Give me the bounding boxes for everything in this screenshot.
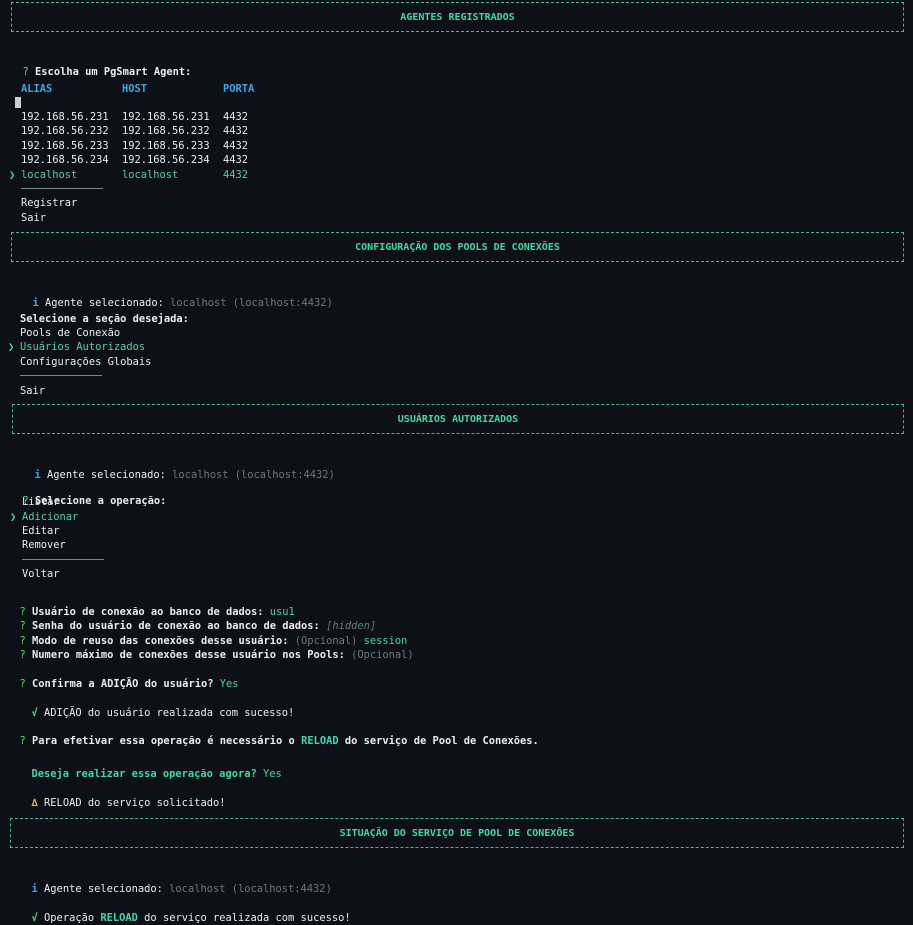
menu-separator (22, 559, 104, 560)
question-mark-icon: ? (22, 66, 29, 78)
agent-prompt-line: ? Escolha um PgSmart Agent: (10, 53, 192, 79)
row-port: 4432 (223, 140, 249, 152)
warning-icon: ∆ (31, 797, 38, 809)
check-icon: √ (31, 707, 38, 719)
menu-item-label: Adicionar (22, 511, 79, 523)
reload-now-question: Deseja realizar essa operação agora? Yes (19, 755, 282, 781)
chevron-right-icon: ❯ (8, 341, 15, 353)
agents-header-box: AGENTES REGISTRADOS (11, 2, 904, 32)
row-alias: 192.168.56.231 (21, 111, 109, 123)
info-icon: i (34, 469, 41, 481)
info-icon: i (31, 883, 38, 895)
col-header-alias: ALIAS (21, 83, 53, 95)
reload-notice-pre: Para efetivar essa operação é necessário… (32, 735, 295, 747)
authorized-users-header-title: USUÁRIOS AUTORIZADOS (397, 414, 519, 425)
menu-item-registrar[interactable]: Registrar (21, 197, 77, 210)
reload-notice-line: ? Para efetivar essa operação é necessár… (7, 722, 539, 748)
menu-item-listar[interactable]: Listar (22, 496, 60, 509)
menu-item-remover[interactable]: Remover (22, 539, 66, 552)
agent-prompt: Escolha um PgSmart Agent: (35, 66, 192, 78)
reload-now-value[interactable]: Yes (263, 768, 282, 780)
optional-hint: (Opcional) (351, 649, 414, 661)
reload-warning-line: ∆ RELOAD do serviço solicitado! (19, 784, 226, 810)
row-host: 192.168.56.234 (122, 154, 210, 166)
section-prompt: Selecione a seção desejada: (20, 313, 189, 325)
agent-value: localhost (localhost:4432) (170, 297, 333, 309)
agent-label: Agente selecionado: (47, 469, 166, 481)
menu-item-configuracoes-globais[interactable]: Configurações Globais (20, 356, 151, 369)
selected-agent-line: i Agente selecionado: localhost (localho… (20, 284, 333, 310)
selected-agent-line: i Agente selecionado: localhost (localho… (22, 456, 335, 482)
menu-item-label: Usuários Autorizados (20, 341, 146, 353)
agents-header-title: AGENTES REGISTRADOS (400, 12, 515, 23)
row-alias: 192.168.56.233 (21, 140, 109, 152)
row-alias: 192.168.56.232 (21, 125, 109, 137)
service-status-header-title: SITUAÇÃO DO SERVIÇO DE POOL DE CONEXÕES (339, 828, 575, 839)
op-post: do serviço realizada com sucesso! (144, 912, 351, 924)
chevron-right-icon: ❯ (9, 169, 16, 181)
row-host: 192.168.56.232 (122, 125, 210, 137)
confirm-question: ? Confirma a ADIÇÃO do usuário? Yes (7, 665, 239, 691)
agent-label: Agente selecionado: (45, 297, 164, 309)
row-port: 4432 (223, 111, 249, 123)
op-pre: Operação (44, 912, 95, 924)
menu-separator (21, 188, 103, 189)
max-connections-question: ? Numero máximo de conexões desse usuári… (7, 636, 414, 662)
authorized-users-header-box: USUÁRIOS AUTORIZADOS (12, 404, 904, 434)
agent-label: Agente selecionado: (44, 883, 163, 895)
check-icon: √ (31, 912, 38, 924)
success-text: ADIÇÃO do usuário realizada com sucesso! (44, 707, 295, 719)
col-header-porta: PORTA (223, 83, 255, 95)
col-header-host: HOST (122, 83, 148, 95)
menu-item-sair[interactable]: Sair (20, 385, 45, 398)
confirm-value[interactable]: Yes (220, 678, 239, 690)
reload-keyword: RELOAD (100, 912, 138, 924)
menu-item-pools-conexao[interactable]: Pools de Conexão (20, 327, 120, 340)
question-mark-icon: ? (19, 649, 26, 661)
add-success-line: √ ADIÇÃO do usuário realizada com sucess… (19, 694, 295, 720)
terminal-cursor (15, 97, 21, 108)
menu-item-voltar[interactable]: Voltar (22, 568, 60, 581)
pools-config-header-box: CONFIGURAÇÃO DOS POOLS DE CONEXÕES (11, 232, 904, 262)
chevron-right-icon: ❯ (10, 511, 17, 523)
info-icon: i (32, 297, 39, 309)
reload-notice-post: do serviço de Pool de Conexões. (344, 735, 539, 747)
row-host: localhost (122, 169, 179, 181)
agent-value: localhost (localhost:4432) (169, 883, 332, 895)
reload-success-line: √ Operação RELOAD do serviço realizada c… (19, 899, 351, 925)
service-status-header-box: SITUAÇÃO DO SERVIÇO DE POOL DE CONEXÕES (10, 818, 904, 848)
row-alias: 192.168.56.234 (21, 154, 109, 166)
menu-item-editar[interactable]: Editar (22, 525, 60, 538)
question-label: Numero máximo de conexões desse usuário … (32, 649, 345, 661)
pools-config-header-title: CONFIGURAÇÃO DOS POOLS DE CONEXÕES (355, 242, 560, 253)
menu-separator (20, 375, 102, 376)
row-host: 192.168.56.233 (122, 140, 210, 152)
question-label: Deseja realizar essa operação agora? (31, 768, 257, 780)
question-mark-icon: ? (19, 735, 26, 747)
menu-item-sair[interactable]: Sair (21, 212, 46, 225)
question-label: Confirma a ADIÇÃO do usuário? (32, 678, 214, 690)
row-port: 4432 (223, 169, 249, 181)
agent-value: localhost (localhost:4432) (172, 469, 335, 481)
row-port: 4432 (223, 125, 249, 137)
row-alias: localhost (21, 169, 78, 181)
warning-text: RELOAD do serviço solicitado! (44, 797, 226, 809)
reload-keyword: RELOAD (301, 735, 339, 747)
row-host: 192.168.56.231 (122, 111, 210, 123)
question-mark-icon: ? (19, 678, 26, 690)
selected-agent-line: i Agente selecionado: localhost (localho… (19, 870, 332, 896)
row-port: 4432 (223, 154, 249, 166)
